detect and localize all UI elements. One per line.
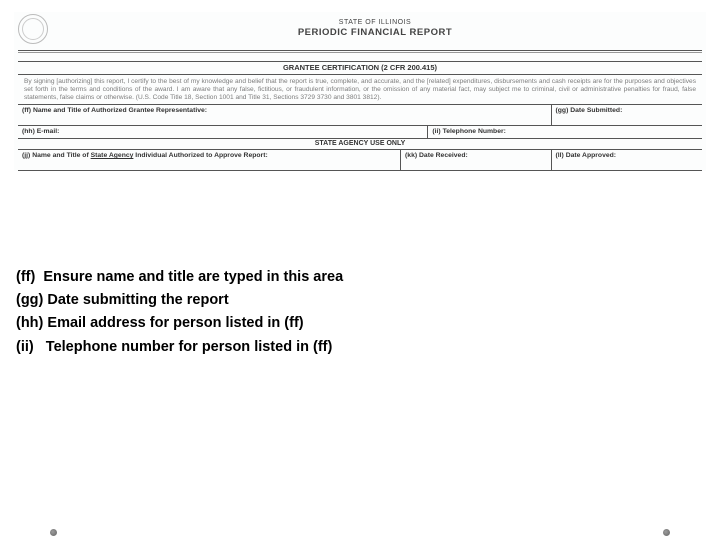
divider-thin <box>18 52 702 53</box>
jj-post: Individual Authorized to Approve Report: <box>133 152 267 159</box>
state-seal-icon <box>18 14 48 44</box>
divider-thick <box>18 50 702 51</box>
field-kk: (kk) Date Received: <box>401 150 551 171</box>
slide-corner-dot-icon <box>50 529 57 536</box>
agency-use-bar: STATE AGENCY USE ONLY <box>18 139 702 150</box>
form-scan-panel: STATE OF ILLINOIS PERIODIC FINANCIAL REP… <box>14 12 706 171</box>
field-ii: (ii) Telephone Number: <box>428 126 702 139</box>
certification-text: By signing [authorizing] this report, I … <box>18 75 702 106</box>
instruction-list: (ff) Ensure name and title are typed in … <box>16 266 343 359</box>
field-ff: (ff) Name and Title of Authorized Grante… <box>18 105 552 126</box>
field-gg: (gg) Date Submitted: <box>552 105 702 126</box>
slide-corner-dot-icon <box>663 529 670 536</box>
row-hh-ii: (hh) E-mail: (ii) Telephone Number: <box>18 126 702 139</box>
row-jj-kk-ll: (jj) Name and Title of State Agency Indi… <box>18 150 702 171</box>
field-jj: (jj) Name and Title of State Agency Indi… <box>18 150 401 171</box>
state-line: STATE OF ILLINOIS <box>48 19 702 27</box>
instruction-gg: (gg) Date submitting the report <box>16 289 343 312</box>
header-text-block: STATE OF ILLINOIS PERIODIC FINANCIAL REP… <box>48 19 702 39</box>
jj-underlined: State Agency <box>91 152 134 159</box>
field-hh: (hh) E-mail: <box>18 126 428 139</box>
instruction-ii: (ii) Telephone number for person listed … <box>16 336 343 359</box>
certification-bar: GRANTEE CERTIFICATION (2 CFR 200.415) <box>18 61 702 75</box>
instruction-hh: (hh) Email address for person listed in … <box>16 312 343 335</box>
row-ff-gg: (ff) Name and Title of Authorized Grante… <box>18 105 702 126</box>
form-header: STATE OF ILLINOIS PERIODIC FINANCIAL REP… <box>14 12 706 48</box>
jj-pre: (jj) Name and Title of <box>22 152 91 159</box>
field-ll: (ll) Date Approved: <box>552 150 702 171</box>
report-title: PERIODIC FINANCIAL REPORT <box>48 28 702 39</box>
instruction-ff: (ff) Ensure name and title are typed in … <box>16 266 343 289</box>
